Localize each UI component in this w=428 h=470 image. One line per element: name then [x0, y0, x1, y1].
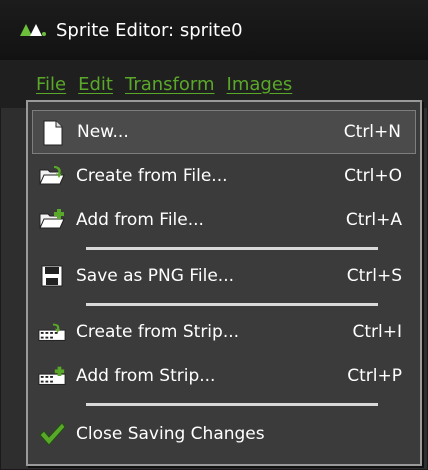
menu-transform[interactable]: Transform [125, 74, 215, 95]
folder-open-icon [38, 163, 66, 189]
menu-separator [86, 247, 378, 250]
new-page-icon [39, 120, 67, 146]
checkmark-icon [38, 421, 66, 447]
menu-separator [86, 303, 378, 306]
menu-item-label: Add from Strip... [76, 366, 216, 386]
menu-separator [86, 403, 378, 406]
menu-item-create-from-file[interactable]: Create from File... Ctrl+O [32, 154, 416, 198]
sprite-editor-window: Sprite Editor: sprite0 File Edit Transfo… [0, 0, 428, 470]
menu-item-shortcut: Ctrl+O [344, 166, 402, 186]
menu-item-shortcut: Ctrl+S [346, 266, 402, 286]
menu-item-label: Create from Strip... [76, 322, 240, 342]
strip-add-icon [38, 363, 66, 389]
menu-images[interactable]: Images [227, 74, 293, 95]
folder-add-icon [38, 207, 66, 233]
menu-item-label: Create from File... [76, 166, 228, 186]
window-title: Sprite Editor: sprite0 [56, 19, 243, 41]
menu-item-add-from-strip[interactable]: Add from Strip... Ctrl+P [32, 354, 416, 398]
menu-edit[interactable]: Edit [78, 74, 113, 95]
menu-item-create-from-strip[interactable]: Create from Strip... Ctrl+I [32, 310, 416, 354]
file-menu-dropdown: New... Ctrl+N Create from File... Ctrl+O [26, 100, 422, 466]
app-logo-icon [20, 24, 46, 36]
menu-item-add-from-file[interactable]: Add from File... Ctrl+A [32, 198, 416, 242]
menu-item-shortcut: Ctrl+P [347, 366, 402, 386]
menu-item-shortcut: Ctrl+I [352, 322, 402, 342]
menu-item-label: Save as PNG File... [76, 266, 235, 286]
menu-item-new[interactable]: New... Ctrl+N [32, 110, 416, 154]
strip-create-icon [38, 319, 66, 345]
save-icon [38, 263, 66, 289]
menu-item-shortcut: Ctrl+A [345, 210, 402, 230]
menu-item-shortcut: Ctrl+N [343, 122, 401, 142]
menu-item-save-as-png[interactable]: Save as PNG File... Ctrl+S [32, 254, 416, 298]
menu-item-label: New... [77, 122, 129, 142]
menu-item-label: Close Saving Changes [76, 424, 265, 444]
menu-item-label: Add from File... [76, 210, 204, 230]
title-bar[interactable]: Sprite Editor: sprite0 [0, 0, 428, 60]
menu-item-close-saving-changes[interactable]: Close Saving Changes [32, 412, 416, 456]
menu-file[interactable]: File [36, 74, 66, 95]
